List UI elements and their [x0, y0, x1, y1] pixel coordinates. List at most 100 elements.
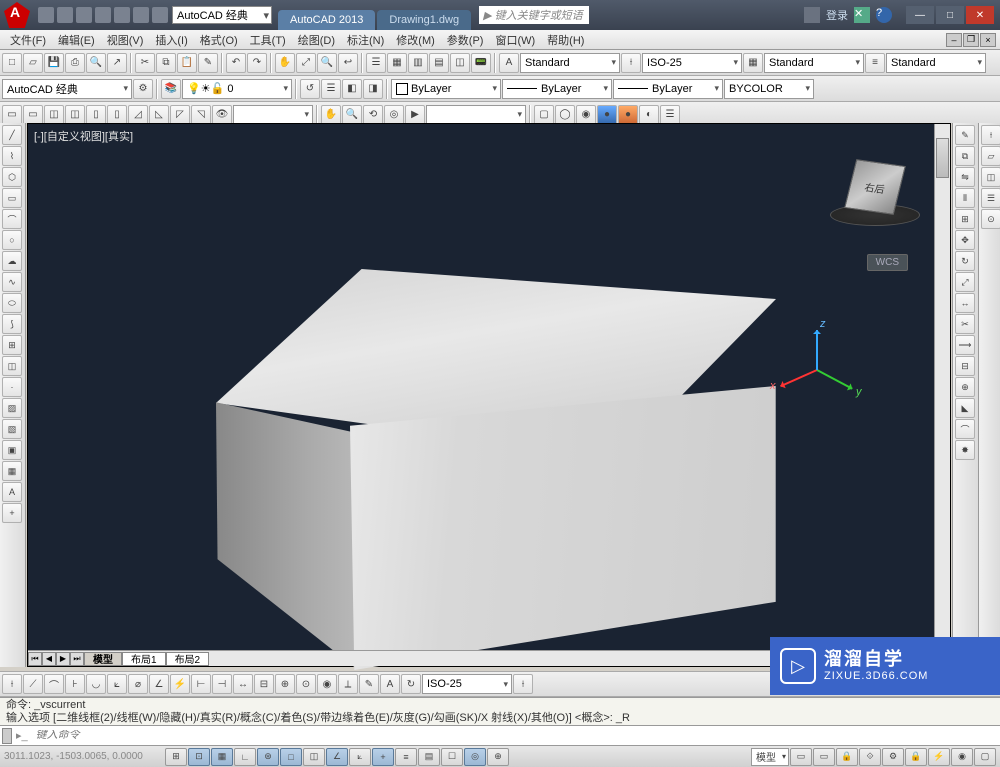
view-dropdown[interactable] — [233, 105, 313, 125]
tolerance-icon[interactable]: ⊕ — [275, 674, 295, 694]
dim-diam-icon[interactable]: ⌀ — [128, 674, 148, 694]
zoom-prev-icon[interactable]: ↩ — [338, 53, 358, 73]
qv-layouts-icon[interactable]: ▭ — [790, 748, 812, 766]
qat-open-icon[interactable] — [57, 7, 73, 23]
textstyle-icon[interactable]: A — [499, 53, 519, 73]
ortho-btn[interactable]: ∟ — [234, 748, 256, 766]
ellipsearc-icon[interactable]: ⟆ — [2, 314, 22, 334]
viewcube[interactable]: 右后 — [842, 154, 910, 222]
scale-icon[interactable]: ⤢ — [955, 272, 975, 292]
polar-btn[interactable]: ⊛ — [257, 748, 279, 766]
vertical-scrollbar[interactable] — [934, 124, 950, 650]
tab-last-icon[interactable]: ⏭ — [70, 652, 84, 666]
menu-dimension[interactable]: 标注(N) — [341, 32, 390, 48]
rotate-icon[interactable]: ↻ — [955, 251, 975, 271]
toolbar-lock-icon[interactable]: 🔒 — [905, 748, 927, 766]
tab-layout1[interactable]: 布局1 — [122, 652, 166, 666]
signin-icon[interactable] — [804, 7, 820, 23]
vs-hidden-icon[interactable]: ◉ — [576, 105, 596, 125]
trim-icon[interactable]: ✂ — [955, 314, 975, 334]
vp-back-icon[interactable]: ▯ — [107, 105, 127, 125]
vs-concept-icon[interactable]: ● — [618, 105, 638, 125]
dim-radius-icon[interactable]: ◡ — [86, 674, 106, 694]
close-button[interactable]: ✕ — [966, 6, 994, 24]
vs-wire-icon[interactable]: ◯ — [555, 105, 575, 125]
extend-icon[interactable]: ⟶ — [955, 335, 975, 355]
dc-icon[interactable]: ▦ — [387, 53, 407, 73]
hardware-icon[interactable]: ⚡ — [928, 748, 950, 766]
save-icon[interactable]: 💾 — [44, 53, 64, 73]
revcloud-icon[interactable]: ☁ — [2, 251, 22, 271]
dim-linear-icon[interactable]: ⟊ — [2, 674, 22, 694]
qp-btn[interactable]: ☐ — [441, 748, 463, 766]
zoom2-icon[interactable]: 🔍 — [342, 105, 362, 125]
dimstyle-dropdown[interactable]: ISO-25 — [642, 53, 742, 73]
vs-realistic-icon[interactable]: ● — [597, 105, 617, 125]
showmotion-icon[interactable]: ▶ — [405, 105, 425, 125]
qat-saveas-icon[interactable] — [95, 7, 111, 23]
menu-draw[interactable]: 绘图(D) — [292, 32, 341, 48]
layer-prev-icon[interactable]: ↺ — [300, 79, 320, 99]
ellipse-icon[interactable]: ⬭ — [2, 293, 22, 313]
menu-window[interactable]: 窗口(W) — [489, 32, 541, 48]
model-viewport[interactable]: [-][自定义视图][真实] 右后 WCS z x y ⏮ — [27, 123, 951, 667]
menu-view[interactable]: 视图(V) — [101, 32, 150, 48]
addsel-icon[interactable]: + — [2, 503, 22, 523]
document-tab[interactable]: Drawing1.dwg — [377, 10, 471, 30]
explode-icon[interactable]: ✸ — [955, 440, 975, 460]
dim-quick-icon[interactable]: ⚡ — [170, 674, 190, 694]
textstyle-dropdown[interactable]: Standard — [520, 53, 620, 73]
dim-space-icon[interactable]: ↔ — [233, 674, 253, 694]
properties-icon[interactable]: ☰ — [366, 53, 386, 73]
dyn-btn[interactable]: + — [372, 748, 394, 766]
orbit-icon[interactable]: ⟲ — [363, 105, 383, 125]
login-label[interactable]: 登录 — [826, 7, 848, 23]
mtext-icon[interactable]: A — [2, 482, 22, 502]
dim-ord-icon[interactable]: ⊦ — [65, 674, 85, 694]
grid-btn[interactable]: ▦ — [211, 748, 233, 766]
minimize-button[interactable]: — — [906, 6, 934, 24]
copy-icon[interactable]: ⧉ — [156, 53, 176, 73]
app-menu-icon[interactable] — [4, 2, 30, 28]
dimedit-icon[interactable]: ✎ — [359, 674, 379, 694]
dim-arc-icon[interactable]: ⌒ — [44, 674, 64, 694]
dimtedit-icon[interactable]: A — [380, 674, 400, 694]
vp-right-icon[interactable]: ◫ — [65, 105, 85, 125]
viewport-label[interactable]: [-][自定义视图][真实] — [34, 128, 133, 144]
hatch-icon[interactable]: ▨ — [2, 398, 22, 418]
open-icon[interactable]: ▱ — [23, 53, 43, 73]
mlstyle-dropdown[interactable]: Standard — [886, 53, 986, 73]
tab-next-icon[interactable]: ▶ — [56, 652, 70, 666]
vs-shaded-icon[interactable]: ◐ — [639, 105, 659, 125]
ducs-btn[interactable]: ⟀ — [349, 748, 371, 766]
menu-modify[interactable]: 修改(M) — [390, 32, 441, 48]
zoom-icon[interactable]: 🔍 — [317, 53, 337, 73]
qv-drawings-icon[interactable]: ▭ — [813, 748, 835, 766]
vp-bottom-icon[interactable]: ▭ — [23, 105, 43, 125]
am-btn[interactable]: ⊕ — [487, 748, 509, 766]
plot-icon[interactable]: ⎙ — [65, 53, 85, 73]
qat-undo-icon[interactable] — [133, 7, 149, 23]
massprop-icon[interactable]: ◫ — [981, 167, 1000, 187]
vp-se-icon[interactable]: ◺ — [149, 105, 169, 125]
ssm-icon[interactable]: ▤ — [429, 53, 449, 73]
dimstyle-icon[interactable]: ⟊ — [621, 53, 641, 73]
exchange-icon[interactable]: ✕ — [854, 7, 870, 23]
vp-ne-icon[interactable]: ◸ — [170, 105, 190, 125]
publish-icon[interactable]: ↗ — [107, 53, 127, 73]
qat-redo-icon[interactable] — [152, 7, 168, 23]
pline-icon[interactable]: ⌇ — [2, 146, 22, 166]
qat-new-icon[interactable] — [38, 7, 54, 23]
array-icon[interactable]: ⊞ — [955, 209, 975, 229]
dimupdate-icon[interactable]: ↻ — [401, 674, 421, 694]
cut-icon[interactable]: ✂ — [135, 53, 155, 73]
doc-minimize-button[interactable]: – — [946, 33, 962, 47]
mlstyle-icon[interactable]: ≡ — [865, 53, 885, 73]
osnap-btn[interactable]: □ — [280, 748, 302, 766]
tab-layout2[interactable]: 布局2 — [166, 652, 210, 666]
erase-icon[interactable]: ✎ — [955, 125, 975, 145]
line-icon[interactable]: ╱ — [2, 125, 22, 145]
spline-icon[interactable]: ∿ — [2, 272, 22, 292]
infer-btn[interactable]: ⊞ — [165, 748, 187, 766]
zoom-rt-icon[interactable]: ⤢ — [296, 53, 316, 73]
